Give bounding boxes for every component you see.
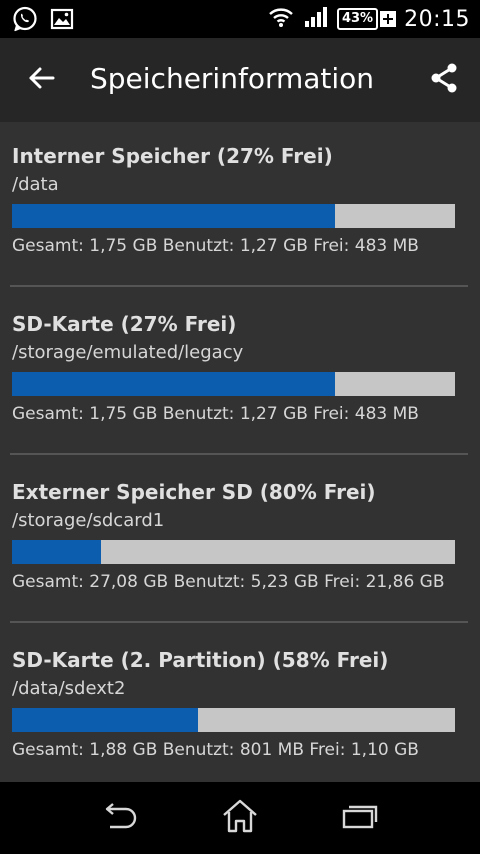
usage-bar-used <box>12 540 101 564</box>
nav-back-button[interactable] <box>90 792 150 844</box>
home-nav-icon <box>220 798 260 838</box>
system-status: 43% 20:15 <box>267 0 470 38</box>
storage-card-external: Externer Speicher SD (80% Frei) /storage… <box>12 480 456 594</box>
arrow-back-icon <box>28 66 56 94</box>
storage-title: SD-Karte (27% Frei) <box>12 312 237 336</box>
storage-card-internal: Interner Speicher (27% Frei) /data Gesam… <box>12 144 456 258</box>
usage-bar <box>12 540 455 564</box>
storage-stats: Gesamt: 27,08 GB Benutzt: 5,23 GB Frei: … <box>12 572 445 592</box>
status-bar: 43% 20:15 <box>0 0 480 38</box>
divider <box>10 621 468 623</box>
usage-bar <box>12 204 455 228</box>
divider <box>10 285 468 287</box>
storage-path: /storage/sdcard1 <box>12 510 165 531</box>
image-icon <box>50 8 74 34</box>
usage-bar <box>12 708 455 732</box>
share-button[interactable] <box>424 58 464 102</box>
storage-title: SD-Karte (2. Partition) (58% Frei) <box>12 648 389 672</box>
divider <box>10 453 468 455</box>
storage-title: Externer Speicher SD (80% Frei) <box>12 480 376 504</box>
storage-stats: Gesamt: 1,75 GB Benutzt: 1,27 GB Frei: 4… <box>12 236 419 256</box>
storage-path: /data/sdext2 <box>12 678 126 699</box>
storage-title: Interner Speicher (27% Frei) <box>12 144 333 168</box>
navigation-bar <box>0 782 480 854</box>
wifi-icon <box>267 5 295 33</box>
share-icon <box>429 62 459 98</box>
back-button[interactable] <box>18 58 66 102</box>
recents-nav-icon <box>340 801 380 835</box>
usage-bar-used <box>12 372 336 396</box>
signal-icon <box>303 5 329 33</box>
storage-path: /storage/emulated/legacy <box>12 342 244 363</box>
storage-stats: Gesamt: 1,88 GB Benutzt: 801 MB Frei: 1,… <box>12 740 419 760</box>
storage-stats: Gesamt: 1,75 GB Benutzt: 1,27 GB Frei: 4… <box>12 404 419 424</box>
notification-icons <box>12 6 74 36</box>
storage-list[interactable]: Interner Speicher (27% Frei) /data Gesam… <box>0 122 480 782</box>
charging-icon <box>380 11 397 27</box>
battery-icon: 43% <box>336 8 397 30</box>
usage-bar-used <box>12 708 199 732</box>
usage-bar-used <box>12 204 336 228</box>
action-bar: Speicherinformation <box>0 38 480 122</box>
whatsapp-icon <box>12 6 38 36</box>
usage-bar <box>12 372 455 396</box>
battery-percent: 43% <box>336 8 379 30</box>
page-title: Speicherinformation <box>90 62 375 95</box>
nav-recents-button[interactable] <box>330 792 390 844</box>
clock: 20:15 <box>404 6 470 32</box>
nav-home-button[interactable] <box>210 792 270 844</box>
storage-card-sd: SD-Karte (27% Frei) /storage/emulated/le… <box>12 312 456 426</box>
storage-card-partition: SD-Karte (2. Partition) (58% Frei) /data… <box>12 648 456 762</box>
storage-path: /data <box>12 174 59 195</box>
back-nav-icon <box>100 801 140 835</box>
